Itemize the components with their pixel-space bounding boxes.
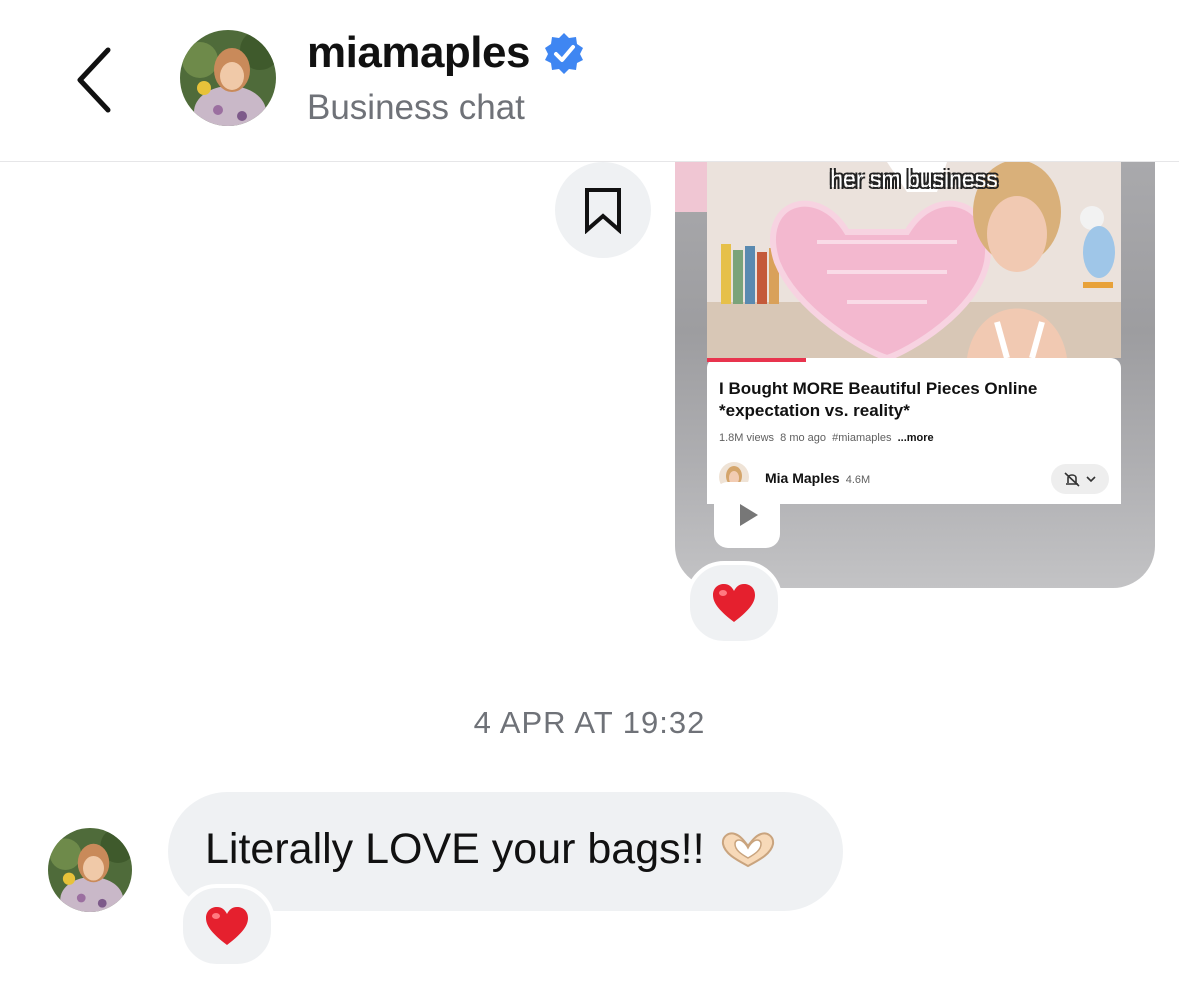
heart-hands-icon bbox=[719, 830, 777, 870]
red-heart-icon bbox=[713, 584, 755, 622]
post-border-decoration bbox=[675, 162, 707, 212]
message-timestamp: 4 APR AT 19:32 bbox=[473, 705, 706, 740]
channel-info: Mia Maples 4.6M bbox=[765, 470, 870, 486]
video-progress-bar bbox=[707, 358, 807, 362]
reel-play-badge bbox=[714, 482, 780, 548]
message-heart-reaction[interactable] bbox=[179, 884, 275, 968]
verified-badge-icon bbox=[542, 31, 586, 75]
chat-type-label: Business chat bbox=[307, 88, 525, 127]
video-hashtag: #miamaples bbox=[832, 432, 892, 444]
more-link: ...more bbox=[897, 432, 934, 444]
bell-off-icon bbox=[1064, 472, 1096, 487]
message-text: Literally LOVE your bags!! bbox=[205, 825, 705, 873]
avatar-image bbox=[180, 30, 276, 126]
video-age: 8 mo ago bbox=[780, 432, 827, 444]
message-bubble[interactable]: Literally LOVE your bags!! bbox=[168, 792, 843, 911]
video-thumbnail[interactable]: her sm business bbox=[707, 162, 1121, 358]
shared-post-card[interactable]: her sm business I Bought MORE Beautiful … bbox=[675, 162, 1155, 588]
save-post-button[interactable] bbox=[555, 162, 651, 258]
chat-screen: miamaples Business chat her sm business … bbox=[0, 0, 1179, 982]
red-heart-icon bbox=[206, 907, 248, 945]
notification-bell bbox=[1051, 464, 1109, 494]
video-views: 1.8M views bbox=[719, 432, 775, 444]
chevron-left-icon bbox=[77, 47, 111, 113]
post-heart-reaction[interactable] bbox=[686, 561, 782, 645]
video-meta: 1.8M views 8 mo ago #miamaples ...more bbox=[719, 432, 934, 444]
message-content: Literally LOVE your bags!! bbox=[205, 825, 777, 874]
username-row[interactable]: miamaples bbox=[307, 28, 586, 78]
video-title: I Bought MORE Beautiful Pieces Online *e… bbox=[719, 379, 1038, 420]
back-button[interactable] bbox=[60, 40, 130, 120]
profile-avatar[interactable] bbox=[180, 30, 276, 126]
bookmark-icon bbox=[585, 188, 621, 234]
subscriber-count: 4.6M bbox=[845, 474, 871, 486]
username[interactable]: miamaples bbox=[307, 28, 530, 78]
video-overlay-caption: her sm business bbox=[830, 166, 998, 192]
play-icon bbox=[740, 504, 758, 526]
channel-name: Mia Maples bbox=[765, 470, 840, 486]
avatar-image bbox=[48, 828, 132, 912]
chat-header: miamaples Business chat bbox=[0, 0, 1179, 162]
sender-avatar[interactable] bbox=[48, 828, 132, 912]
